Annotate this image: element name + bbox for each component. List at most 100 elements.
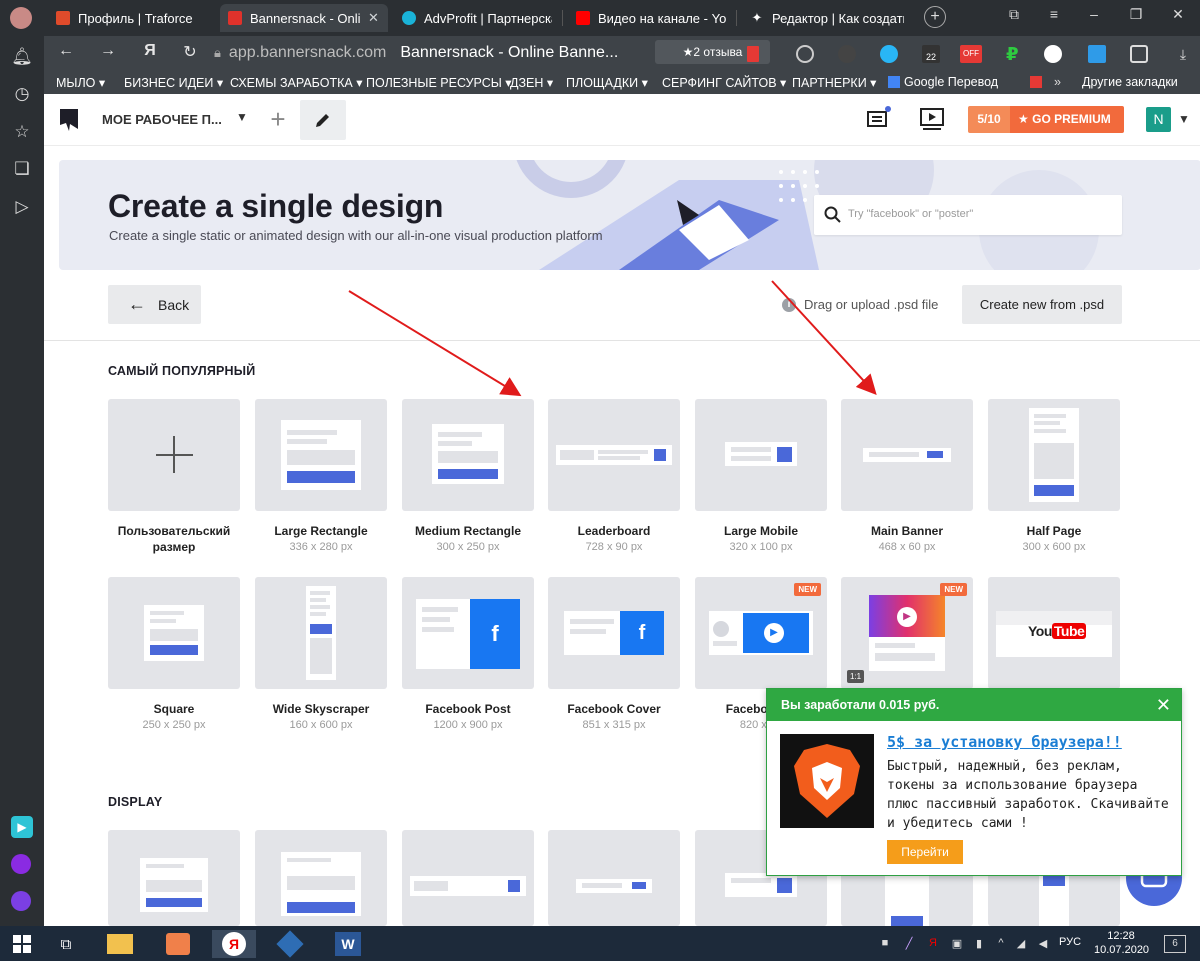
zen-app-icon[interactable]: ▶ — [11, 816, 33, 838]
bookmark-folder[interactable]: БИЗНЕС ИДЕИ ▾ — [124, 75, 223, 90]
extension-cube-icon[interactable] — [1088, 45, 1106, 63]
word-app-icon[interactable]: W — [326, 930, 370, 958]
back-arrow-icon[interactable]: ← — [54, 42, 78, 60]
yandex-tray-icon[interactable]: Я — [926, 937, 940, 951]
language-indicator[interactable]: РУС — [1059, 936, 1081, 948]
template-card-display[interactable] — [548, 830, 680, 926]
go-premium-button[interactable]: ★ GO PREMIUM — [1010, 106, 1124, 133]
bookmark-folder[interactable]: ПОЛЕЗНЫЕ РЕСУРСЫ ▾ — [366, 75, 512, 90]
file-explorer-icon[interactable] — [98, 930, 142, 958]
bookmarks-star-icon[interactable]: ☆ — [11, 121, 33, 143]
pen-tray-icon[interactable]: ╱ — [902, 937, 916, 951]
bookmark-google-translate[interactable]: Google Перевод — [888, 75, 998, 89]
bookmark-other[interactable]: Другие закладки — [1082, 75, 1178, 89]
notifications-icon[interactable]: 🔔︎ — [11, 46, 33, 68]
bookmark-folder[interactable]: ПАРТНЕРКИ ▾ — [792, 75, 876, 90]
history-icon[interactable]: ◷ — [11, 83, 33, 105]
camera-tray-icon[interactable]: ■ — [878, 937, 892, 951]
template-card-display[interactable] — [108, 830, 240, 926]
template-card-leaderboard[interactable]: Leaderboard 728 x 90 px — [548, 399, 680, 553]
template-card-display[interactable] — [402, 830, 534, 926]
template-card-instagram[interactable]: ▶ NEW 1:1 — [841, 577, 973, 689]
template-card-youtube[interactable]: You Tube — [988, 577, 1120, 689]
windows-start-icon[interactable] — [0, 930, 44, 958]
template-card-facebook-post[interactable]: f Facebook Post 1200 x 900 px — [402, 577, 534, 731]
tab-advprofit[interactable]: AdvProfit | Партнерска — [394, 4, 560, 32]
tab-editor[interactable]: ✦ Редактор | Как создать — [742, 4, 912, 32]
user-avatar[interactable]: N — [1146, 107, 1171, 132]
bookmark-pinned[interactable] — [1030, 75, 1042, 89]
template-card-display[interactable] — [255, 830, 387, 926]
yandex-icon[interactable]: Я — [138, 42, 162, 60]
menu-icon[interactable]: ≡ — [1042, 6, 1066, 22]
video-tutorial-icon[interactable] — [919, 106, 945, 132]
template-search-input[interactable]: Try "facebook" or "poster" — [814, 195, 1122, 235]
bookmark-folder[interactable]: МЫЛО ▾ — [56, 75, 105, 90]
maximize-icon[interactable]: ❐ — [1124, 6, 1148, 23]
extension-face-icon[interactable] — [1044, 45, 1062, 63]
ad-go-button[interactable]: Перейти — [887, 840, 963, 864]
template-card-large-mobile[interactable]: Large Mobile 320 x 100 px — [695, 399, 827, 553]
refresh-icon[interactable]: ↻ — [178, 42, 202, 62]
bookmark-folder[interactable]: ДЗЕН ▾ — [510, 75, 553, 90]
tab-youtube[interactable]: Видео на канале - You — [568, 4, 734, 32]
assistant-app-icon[interactable] — [11, 891, 33, 913]
chevron-down-icon[interactable]: ▼ — [236, 110, 248, 124]
task-view-icon[interactable]: ⧉ — [44, 930, 88, 958]
news-feed-icon[interactable] — [866, 106, 892, 132]
credits-counter[interactable]: 5/10 — [968, 106, 1010, 133]
extension-counter-icon[interactable]: 22 — [922, 45, 940, 63]
template-card-facebook-cover[interactable]: f Facebook Cover 851 x 315 px — [548, 577, 680, 731]
extensions-icon[interactable] — [1130, 45, 1148, 63]
download-icon[interactable]: ⤓ — [1174, 45, 1192, 63]
bookmark-folder[interactable]: ПЛОЩАДКИ ▾ — [566, 75, 648, 90]
extension-off-icon[interactable]: OFF — [960, 45, 982, 63]
template-card-large-rectangle[interactable]: Large Rectangle 336 x 280 px — [255, 399, 387, 553]
ad-title-link[interactable]: 5$ за установку браузера!! — [887, 733, 1122, 751]
volume-tray-icon[interactable]: ◀ — [1036, 937, 1050, 951]
template-card-main-banner[interactable]: Main Banner 468 x 60 px — [841, 399, 973, 553]
alice-app-icon[interactable] — [11, 854, 33, 876]
template-card-square[interactable]: Square 250 x 250 px — [108, 577, 240, 731]
chevron-down-icon[interactable]: ▼ — [1178, 112, 1190, 126]
tab-traforce[interactable]: Профиль | Traforce — [48, 4, 218, 32]
overflow-chevron-icon[interactable]: » — [1054, 75, 1061, 89]
extension-hat-icon[interactable] — [838, 45, 856, 63]
ruble-icon[interactable]: ₽ — [1006, 45, 1024, 63]
chevron-up-icon[interactable]: ^ — [994, 937, 1008, 951]
template-card-wide-skyscraper[interactable]: Wide Skyscraper 160 x 600 px — [255, 577, 387, 731]
back-button[interactable]: ← Back — [108, 285, 201, 324]
tabs-menu-icon[interactable]: ⧉ — [1002, 6, 1026, 23]
close-window-icon[interactable]: ✕ — [1166, 6, 1190, 23]
edit-pencil-button[interactable] — [300, 100, 346, 140]
close-icon[interactable]: ✕ — [1156, 689, 1171, 721]
globe-icon[interactable] — [796, 45, 814, 63]
address-bar[interactable]: 🔒︎ app.bannersnack.com Bannersnack - Onl… — [214, 40, 684, 66]
template-card-medium-rectangle[interactable]: Medium Rectangle 300 x 250 px — [402, 399, 534, 553]
collections-icon[interactable]: ❏ — [11, 158, 33, 180]
usb-tray-icon[interactable]: ▮ — [972, 937, 986, 951]
taskbar-clock[interactable]: 12:28 10.07.2020 — [1094, 929, 1149, 957]
forward-arrow-icon[interactable]: → — [96, 42, 120, 60]
network-tray-icon[interactable]: ◢ — [1014, 937, 1028, 951]
workspace-name[interactable]: МОЕ РАБОЧЕЕ П... — [102, 112, 222, 127]
close-tab-icon[interactable]: ✕ — [368, 10, 379, 26]
bannersnack-logo[interactable] — [58, 107, 80, 133]
brave-lion-logo[interactable] — [780, 734, 874, 828]
extension-check-icon[interactable] — [880, 45, 898, 63]
bookmark-flag-icon[interactable] — [747, 46, 759, 62]
bookmark-folder[interactable]: СЕРФИНГ САЙТОВ ▾ — [662, 75, 786, 90]
template-card-custom[interactable]: Пользовательский размер — [108, 399, 240, 555]
minimize-icon[interactable]: – — [1082, 6, 1106, 22]
play-icon[interactable]: ▷ — [11, 196, 33, 218]
virtualbox-icon[interactable] — [268, 930, 312, 958]
paint-app-icon[interactable] — [156, 930, 200, 958]
yandex-browser-taskbar-icon[interactable]: Я — [212, 930, 256, 958]
tab-bannersnack[interactable]: Bannersnack - Online ✕ — [220, 4, 388, 32]
add-icon[interactable]: + — [266, 105, 290, 133]
profile-avatar[interactable] — [10, 7, 32, 29]
bookmark-folder[interactable]: СХЕМЫ ЗАРАБОТКА ▾ — [230, 75, 362, 90]
app-tray-icon[interactable]: ▣ — [950, 937, 964, 951]
create-from-psd-button[interactable]: Create new from .psd — [962, 285, 1122, 324]
action-center-icon[interactable]: 6 — [1164, 935, 1186, 953]
